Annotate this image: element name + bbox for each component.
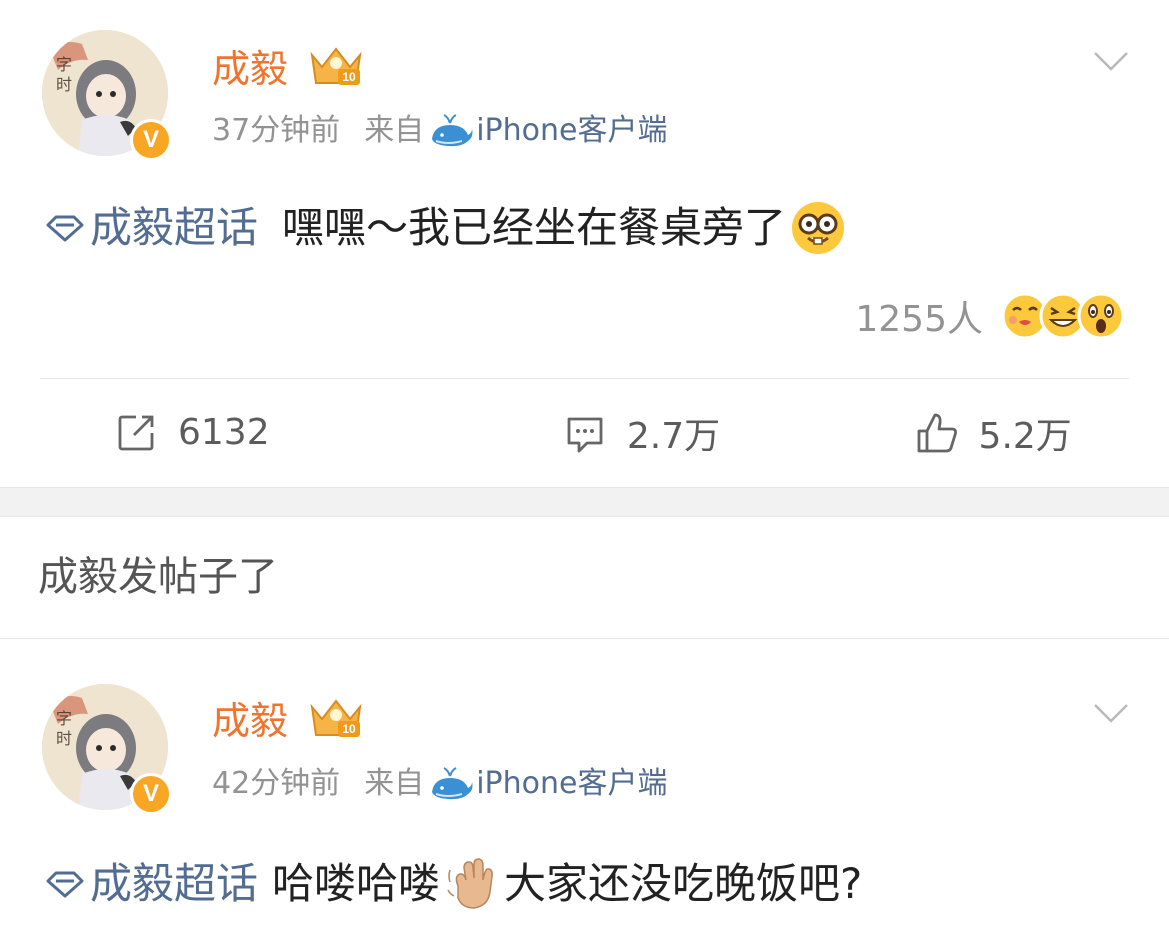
post-content: 成毅超话 哈喽哈喽 大家还没吃晚饭吧?	[44, 856, 862, 912]
repost-count: 6132	[178, 412, 270, 453]
svg-text:10: 10	[342, 70, 356, 84]
post-meta: 42分钟前 来自 iPhone客户端	[212, 766, 667, 802]
post-text: 哈喽哈喽	[272, 859, 441, 908]
verified-badge: V	[130, 773, 172, 815]
client-source[interactable]: iPhone客户端	[424, 113, 667, 149]
repost-icon	[118, 415, 154, 450]
author-name[interactable]: 成毅	[212, 50, 288, 88]
client-source[interactable]: iPhone客户端	[424, 766, 667, 802]
nerd-face-icon	[792, 202, 845, 254]
svg-text:10: 10	[342, 722, 356, 736]
level-crown-icon: 10	[310, 47, 362, 85]
repost-button[interactable]: 6132	[0, 379, 466, 486]
comment-button[interactable]: 2.7万	[466, 379, 818, 486]
waving-hand-icon	[447, 858, 493, 909]
diamond-icon	[46, 871, 84, 898]
comment-count: 2.7万	[626, 415, 721, 457]
level-crown-icon: 10	[310, 699, 362, 737]
svg-text:字: 字	[56, 709, 72, 728]
feed-separator	[0, 487, 1169, 517]
section-header: 成毅发帖子了	[0, 517, 1169, 639]
client-name: iPhone客户端	[476, 766, 668, 801]
post-card: 字 时 V 成毅 10 42分钟前 来自 iPhone客户端 成毅超话 哈喽哈喽…	[0, 640, 1169, 934]
post-card: 字 时 V 成毅 10 37分钟前 来自 iPhone客户端 成毅超话 嘿嘿～我…	[0, 0, 1169, 487]
post-time: 37分钟前	[212, 113, 341, 148]
verified-badge: V	[130, 119, 172, 161]
action-bar: 6132 2.7万 5.2万	[0, 379, 1169, 486]
super-topic-label: 成毅超话	[90, 859, 259, 908]
like-count: 5.2万	[978, 415, 1072, 457]
astonished-face-icon	[1077, 292, 1125, 340]
svg-text:字: 字	[56, 55, 72, 74]
chevron-down-icon[interactable]	[1093, 50, 1129, 72]
from-label: 来自	[364, 113, 425, 148]
thumbs-up-icon	[917, 413, 957, 452]
svg-text:时: 时	[56, 729, 72, 748]
super-topic-label: 成毅超话	[90, 203, 259, 252]
whale-icon	[432, 767, 473, 800]
like-button[interactable]: 5.2万	[817, 379, 1169, 486]
post-meta: 37分钟前 来自 iPhone客户端	[212, 113, 667, 149]
post-time: 42分钟前	[212, 766, 341, 801]
svg-text:时: 时	[56, 75, 72, 94]
reaction-count: 1255人	[855, 299, 983, 340]
chevron-down-icon[interactable]	[1093, 702, 1129, 724]
super-topic-link[interactable]: 成毅超话	[44, 207, 258, 249]
post-text: 嘿嘿～我已经坐在餐桌旁了	[282, 203, 787, 252]
author-name[interactable]: 成毅	[212, 702, 288, 740]
post-content: 成毅超话 嘿嘿～我已经坐在餐桌旁了	[44, 200, 846, 256]
from-label: 来自	[364, 766, 425, 801]
client-name: iPhone客户端	[476, 113, 668, 148]
whale-icon	[432, 114, 473, 147]
comment-icon	[567, 417, 603, 452]
reactions-summary[interactable]: 1255人	[855, 290, 1125, 342]
super-topic-link[interactable]: 成毅超话	[44, 863, 258, 905]
section-label: 成毅发帖子了	[38, 554, 278, 600]
post-text: 大家还没吃晚饭吧?	[504, 859, 863, 908]
diamond-icon	[46, 215, 84, 242]
